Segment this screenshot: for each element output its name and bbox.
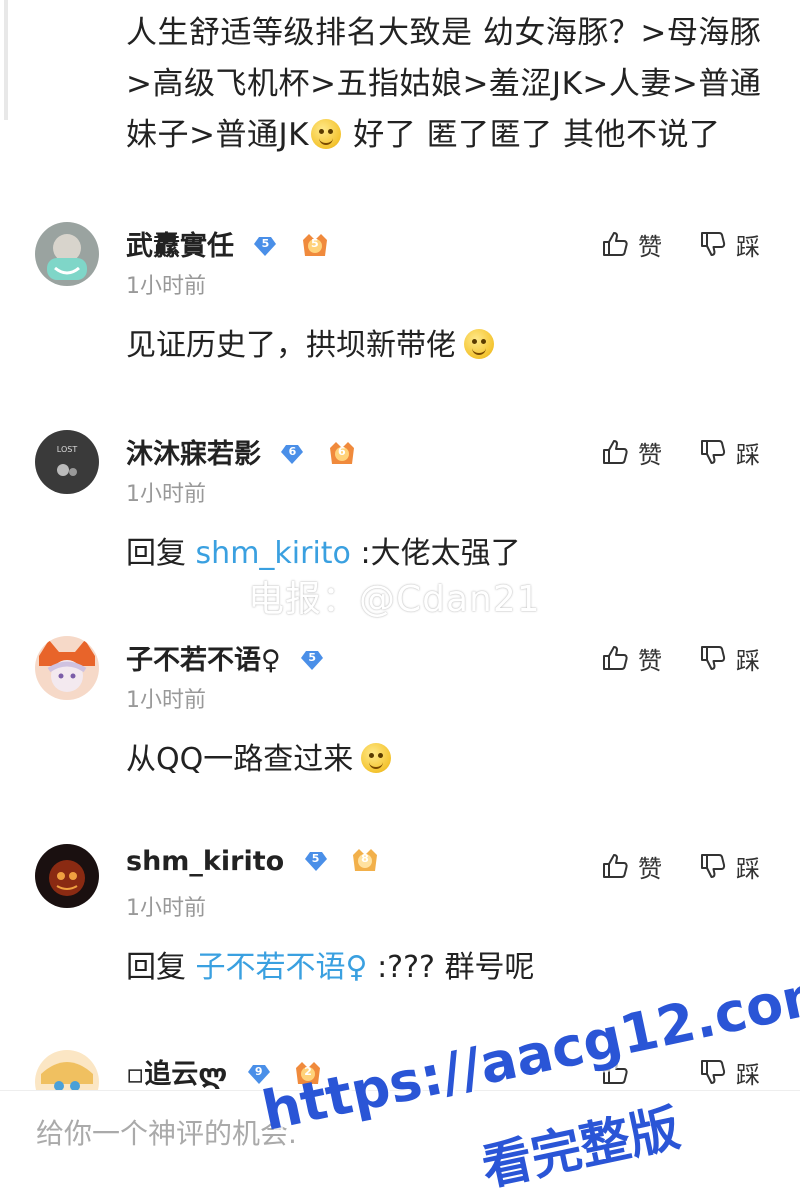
parent-comment-text: 人生舒适等级排名大致是 幼女海豚？>母海豚 >高级飞机杯>五指姑娘>羞涩JK>人… <box>126 8 786 161</box>
mention-link[interactable]: 子不若不语♀ <box>196 950 368 985</box>
avatar[interactable] <box>35 636 99 700</box>
medal-number: 5 <box>310 237 319 250</box>
parent-line-2: >高级飞机杯>五指姑娘>羞涩JK>人妻>普通 <box>126 66 762 102</box>
username[interactable]: 武纛實任 5 5 <box>126 224 331 263</box>
comment-time: 1小时前 <box>126 896 206 921</box>
quote-bar <box>4 0 8 120</box>
medal-icon: 5 <box>299 232 331 258</box>
comment-text: 回复 子不若不语♀ :??? 群号呢 <box>126 942 534 986</box>
vote-actions: 赞 踩 <box>600 432 780 472</box>
medal-icon: 6 <box>326 440 358 466</box>
telegram-watermark: 电报：@Cdan21 <box>248 579 541 620</box>
like-label: 赞 <box>638 646 662 675</box>
like-button[interactable]: 赞 <box>600 432 662 472</box>
level-number: 9 <box>254 1065 263 1078</box>
dislike-label: 踩 <box>736 646 760 675</box>
dislike-label: 踩 <box>736 1060 760 1089</box>
parent-line-3-b: 好了 匿了匿了 其他不说了 <box>342 117 721 153</box>
mention-link[interactable]: shm_kirito <box>196 536 351 571</box>
like-label: 赞 <box>638 232 662 261</box>
comment-time: 1小时前 <box>126 482 206 507</box>
vote-actions: 赞 踩 <box>600 638 780 678</box>
comment-item: 武纛實任 5 5 1小时前 赞 踩 见证历史了，拱坝新带佬 <box>0 222 800 402</box>
medal-number: 8 <box>361 852 369 865</box>
like-label: 赞 <box>638 854 662 883</box>
dislike-label: 踩 <box>736 232 760 261</box>
level-number: 5 <box>308 651 317 664</box>
vote-actions: 赞 踩 <box>600 224 780 264</box>
dislike-button[interactable]: 踩 <box>698 846 760 886</box>
like-button[interactable]: 赞 <box>600 638 662 678</box>
dislike-button[interactable]: 踩 <box>698 432 760 472</box>
comment-text-content: 见证历史了，拱坝新带佬 <box>126 328 456 363</box>
parent-line-3-a: 妹子>普通JK <box>126 117 309 153</box>
level-diamond-icon: 6 <box>280 442 304 466</box>
comment-text-content: :??? 群号呢 <box>367 950 535 985</box>
username-text[interactable]: shm_kirito <box>126 846 284 877</box>
username[interactable]: 子不若不语♀ 5 <box>126 638 324 677</box>
like-button[interactable]: 赞 <box>600 846 662 886</box>
level-number: 5 <box>311 852 320 865</box>
comment-text: 回复 shm_kirito :大佬太强了 <box>126 528 521 572</box>
username[interactable]: shm_kirito 5 8 <box>126 846 381 877</box>
medal-number: 6 <box>337 445 346 458</box>
dislike-button[interactable]: 踩 <box>698 638 760 678</box>
level-diamond-icon: 5 <box>253 234 277 258</box>
level-diamond-icon: 5 <box>304 849 328 873</box>
username-text[interactable]: 沐沐寐若影 <box>126 439 261 470</box>
thumb-down-icon <box>701 440 726 464</box>
level-number: 6 <box>288 445 297 458</box>
comment-time: 1小时前 <box>126 688 206 713</box>
thumb-up-icon <box>603 440 628 464</box>
avatar[interactable] <box>35 222 99 286</box>
avatar[interactable]: LOST <box>35 430 99 494</box>
thumb-down-icon <box>701 854 726 878</box>
thumb-up-icon <box>603 232 628 256</box>
comment-item: 子不若不语♀ 5 1小时前 赞 踩 从QQ一路查过来 <box>0 636 800 816</box>
dislike-label: 踩 <box>736 440 760 469</box>
thumb-up-icon <box>603 646 628 670</box>
avatar[interactable] <box>35 844 99 908</box>
username-text[interactable]: ▫追云ლ <box>126 1059 227 1090</box>
level-number: 5 <box>261 237 270 250</box>
comment-input[interactable]: 给你一个神评的机会. <box>36 1112 297 1152</box>
dislike-button[interactable]: 踩 <box>698 1052 760 1090</box>
parent-line-3: 妹子>普通JK 好了 匿了匿了 其他不说了 <box>126 110 786 161</box>
thumb-up-icon <box>603 854 628 878</box>
username-text[interactable]: 子不若不语♀ <box>126 645 281 676</box>
like-label: 赞 <box>638 440 662 469</box>
reply-prefix: 回复 <box>126 950 196 985</box>
comment-time: 1小时前 <box>126 274 206 299</box>
svg-text:LOST: LOST <box>57 445 78 454</box>
level-diamond-icon: 5 <box>300 648 324 672</box>
comment-text: 见证历史了，拱坝新带佬 <box>126 320 496 364</box>
comment-text: 从QQ一路查过来 <box>126 734 393 778</box>
vote-actions: 赞 踩 <box>600 846 780 886</box>
username-text[interactable]: 武纛實任 <box>126 231 234 262</box>
reply-prefix: 回复 <box>126 536 196 571</box>
thumb-down-icon <box>701 1060 726 1084</box>
dislike-button[interactable]: 踩 <box>698 224 760 264</box>
comment-text-content: 从QQ一路查过来 <box>126 742 354 777</box>
smile-emoji-icon <box>361 743 392 773</box>
username[interactable]: 沐沐寐若影 6 6 <box>126 432 358 471</box>
dislike-label: 踩 <box>736 854 760 883</box>
like-button[interactable]: 赞 <box>600 224 662 264</box>
smile-emoji-icon <box>464 329 494 359</box>
sweat-emoji-icon <box>310 119 341 149</box>
thumb-down-icon <box>701 646 726 670</box>
comment-text-content: :大佬太强了 <box>350 536 521 571</box>
avatar[interactable] <box>35 1050 99 1090</box>
parent-line-1: 人生舒适等级排名大致是 幼女海豚？>母海豚 <box>126 15 762 51</box>
medal-icon: 8 <box>349 847 381 873</box>
site-watermark-text: 看完整版 <box>476 1098 685 1198</box>
thumb-down-icon <box>701 232 726 256</box>
